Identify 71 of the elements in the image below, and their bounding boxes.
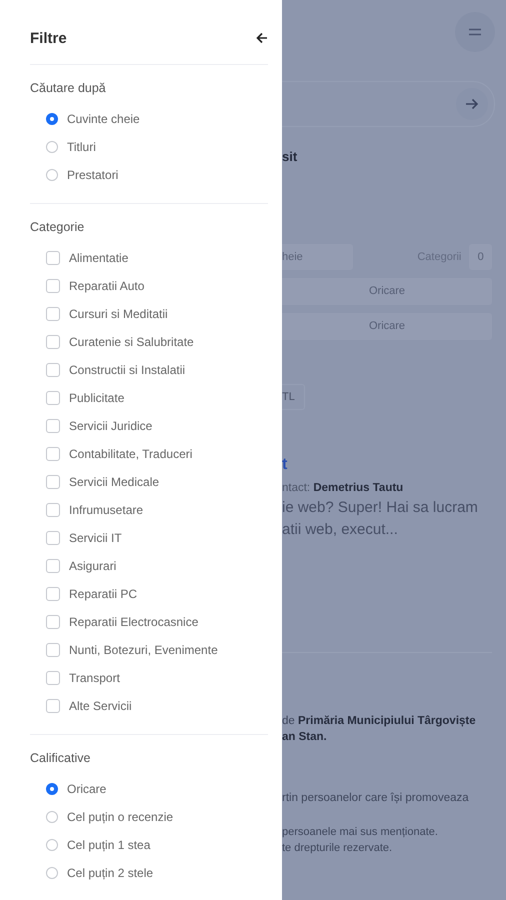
arrow-right-icon[interactable] xyxy=(456,88,488,120)
option-label: Cel puțin o recenzie xyxy=(67,810,174,824)
option-label: Servicii Medicale xyxy=(69,474,160,488)
contact-line: ntact: Demetrius Tautu xyxy=(282,482,404,494)
drawer-title: Filtre xyxy=(30,30,67,46)
checkbox[interactable] xyxy=(46,614,60,628)
checkbox[interactable] xyxy=(46,278,60,292)
option-label: Nunti, Botezuri, Evenimente xyxy=(69,642,218,656)
search-field[interactable] xyxy=(282,81,495,127)
select-field[interactable]: Oricare xyxy=(282,278,492,305)
option-label: Servicii Juridice xyxy=(69,418,152,432)
footer-text: an Stan. xyxy=(282,731,328,743)
option-label: Cursuri si Meditatii xyxy=(69,306,168,320)
radio-button[interactable] xyxy=(46,838,58,850)
category-count: 0 xyxy=(469,244,492,270)
footer-text: de Primăria Municipiului Târgoviște xyxy=(282,715,477,727)
option-label: Curatenie si Salubritate xyxy=(69,334,194,348)
option-label: Contabilitate, Traduceri xyxy=(69,446,192,460)
footer-text: persoanele mai sus menționate. xyxy=(282,826,439,838)
results-heading: sit xyxy=(282,149,298,164)
checkbox[interactable] xyxy=(46,250,60,264)
menu-icon[interactable] xyxy=(455,12,495,52)
option-label: Prestatori xyxy=(67,168,118,182)
option-label: Alimentatie xyxy=(69,250,128,264)
checkbox[interactable] xyxy=(46,474,60,488)
option-label: Reparatii Electrocasnice xyxy=(69,614,198,628)
checkbox[interactable] xyxy=(46,530,60,544)
checkbox[interactable] xyxy=(46,642,60,656)
checkbox[interactable] xyxy=(46,586,60,600)
option-label: Transport xyxy=(69,670,120,684)
checkbox[interactable] xyxy=(46,306,60,320)
footer-text: te drepturile rezervate. xyxy=(282,842,394,854)
description-text: atii web, execut... xyxy=(282,521,399,538)
option-label: Cel puțin 2 stele xyxy=(67,866,154,880)
checkbox[interactable] xyxy=(46,670,60,684)
radio-button[interactable] xyxy=(46,168,58,180)
section-title: Căutare după xyxy=(30,81,107,95)
description-text: ie web? Super! Hai sa lucram xyxy=(282,499,479,516)
radio-button[interactable] xyxy=(46,782,58,794)
radio-button[interactable] xyxy=(46,866,58,878)
footer-text: rtin persoanelor care își promoveaza xyxy=(282,792,470,804)
result-title[interactable]: t xyxy=(282,456,492,474)
option-label: Oricare xyxy=(67,782,106,796)
section-title: Calificative xyxy=(30,751,92,765)
option-label: Cel puțin 1 stea xyxy=(67,838,150,852)
option-label: Constructii si Instalatii xyxy=(69,362,186,376)
checkbox[interactable] xyxy=(46,418,60,432)
currency-chip[interactable]: TL xyxy=(282,384,305,410)
option-label: Reparatii Auto xyxy=(69,278,144,292)
option-label: Alte Servicii xyxy=(69,698,132,712)
checkbox[interactable] xyxy=(46,362,60,376)
checkbox[interactable] xyxy=(46,558,60,572)
keyword-field[interactable]: heie xyxy=(282,244,354,270)
checkbox[interactable] xyxy=(46,502,60,516)
checkbox[interactable] xyxy=(46,334,60,348)
option-label: Asigurari xyxy=(69,558,116,572)
option-label: Titluri xyxy=(67,140,96,154)
option-label: Cuvinte cheie xyxy=(67,112,140,126)
checkbox[interactable] xyxy=(46,390,60,404)
radio-button[interactable] xyxy=(46,140,58,152)
option-label: Infrumusetare xyxy=(69,502,144,516)
option-label: Servicii IT xyxy=(69,530,122,544)
option-label: Reparatii PC xyxy=(69,586,138,600)
radio-button[interactable] xyxy=(46,112,58,124)
checkbox[interactable] xyxy=(46,698,60,712)
radio-button[interactable] xyxy=(46,810,58,822)
option-label: Publicitate xyxy=(69,390,124,404)
select-field[interactable]: Oricare xyxy=(282,313,492,340)
checkbox[interactable] xyxy=(46,446,60,460)
section-title: Categorie xyxy=(30,220,86,234)
back-arrow-icon[interactable] xyxy=(254,30,270,46)
